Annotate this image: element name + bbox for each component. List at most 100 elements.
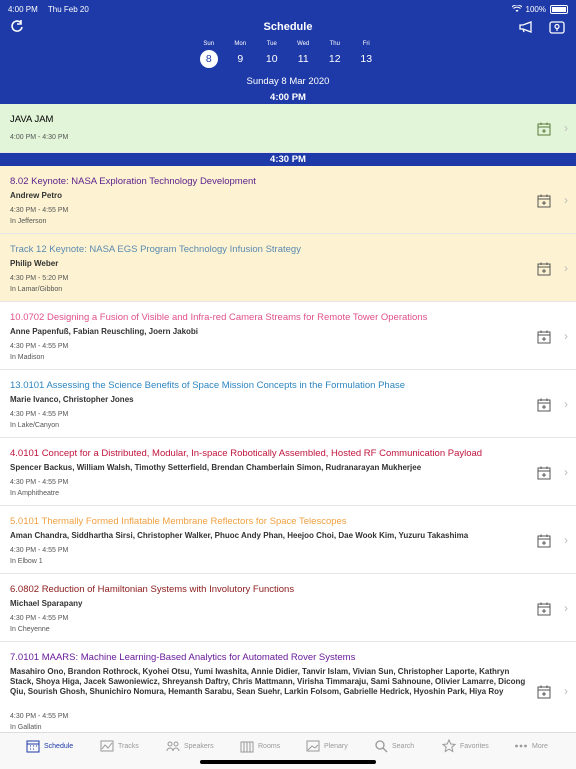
day-name: Tue: [266, 41, 277, 47]
plenary-icon: [306, 740, 320, 752]
day-number: 8: [199, 50, 218, 68]
event-location: In Lamar/Gibbon: [10, 286, 63, 293]
star-icon: [442, 739, 456, 753]
event-title: 5.0101 Thermally Formed Inflatable Membr…: [10, 516, 347, 527]
wifi-icon: [511, 5, 522, 12]
event-authors: Anne Papenfuß, Fabian Reuschling, Joern …: [10, 327, 199, 336]
tab-label: Favorites: [460, 742, 489, 750]
page-title: Schedule: [263, 21, 313, 33]
chevron-right-icon: ›: [564, 465, 568, 479]
add-to-calendar-icon[interactable]: [537, 534, 551, 548]
day-name: Fri: [362, 41, 370, 47]
event-authors: Spencer Backus, William Walsh, Timothy S…: [10, 463, 422, 472]
chevron-right-icon: ›: [564, 193, 568, 207]
schedule-icon: [26, 740, 40, 753]
add-to-calendar-icon[interactable]: [537, 194, 551, 208]
status-date: Thu Feb 20: [47, 4, 89, 14]
event-row[interactable]: 7.0101 MAARS: Machine Learning-Based Ana…: [0, 642, 576, 732]
add-to-calendar-icon[interactable]: [537, 122, 551, 136]
event-row[interactable]: Track 12 Keynote: NASA EGS Program Techn…: [0, 234, 576, 302]
add-to-calendar-icon[interactable]: [537, 262, 551, 276]
tab-more[interactable]: More: [514, 739, 548, 753]
event-title: 13.0101 Assessing the Science Benefits o…: [10, 380, 406, 391]
day-wed[interactable]: Wed 11: [288, 41, 320, 68]
event-row[interactable]: 4.0101 Concept for a Distributed, Modula…: [0, 438, 576, 506]
search-icon: [375, 740, 388, 753]
event-time: 4:00 PM - 4:30 PM: [10, 134, 69, 141]
day-number: 12: [328, 53, 341, 65]
add-to-calendar-icon[interactable]: [537, 602, 551, 616]
tab-search[interactable]: Search: [374, 739, 414, 753]
tab-tracks[interactable]: Tracks: [100, 739, 139, 753]
selected-date: Sunday 8 Mar 2020: [246, 76, 330, 87]
day-number: 10: [265, 53, 278, 65]
event-time: 4:30 PM - 4:55 PM: [10, 713, 69, 720]
chevron-right-icon: ›: [564, 261, 568, 275]
event-location: In Elbow 1: [10, 558, 43, 565]
tab-schedule[interactable]: Schedule: [26, 739, 73, 753]
event-authors: Michael Sparapany: [10, 599, 83, 608]
event-title: 4.0101 Concept for a Distributed, Modula…: [10, 448, 483, 459]
event-authors: Andrew Petro: [10, 191, 63, 200]
event-row[interactable]: 8.02 Keynote: NASA Exploration Technolog…: [0, 166, 576, 234]
more-icon: [515, 744, 527, 748]
tracks-icon: [100, 740, 114, 752]
event-location: In Jefferson: [10, 218, 47, 225]
add-to-calendar-icon[interactable]: [537, 466, 551, 480]
battery-percent: 100%: [525, 4, 546, 14]
event-location: In Gallatin: [10, 724, 42, 731]
day-number: 9: [237, 53, 244, 65]
event-row[interactable]: 13.0101 Assessing the Science Benefits o…: [0, 370, 576, 438]
tab-label: Speakers: [184, 742, 214, 750]
tab-label: Plenary: [324, 742, 348, 750]
tab-favorites[interactable]: Favorites: [442, 739, 489, 753]
event-location: In Amphitheatre: [10, 490, 60, 497]
event-row[interactable]: 10.0702 Designing a Fusion of Visible an…: [0, 302, 576, 370]
day-mon[interactable]: Mon 9: [225, 41, 257, 68]
event-time: 4:30 PM - 4:55 PM: [10, 615, 69, 622]
event-row[interactable]: JAVA JAM 4:00 PM - 4:30 PM ›: [0, 104, 576, 153]
announcement-icon[interactable]: [518, 20, 534, 34]
event-authors: Philip Weber: [10, 259, 59, 268]
tab-rooms[interactable]: Rooms: [240, 739, 280, 753]
tab-label: Schedule: [44, 742, 74, 750]
tab-speakers[interactable]: Speakers: [166, 739, 214, 753]
add-to-calendar-icon[interactable]: [537, 398, 551, 412]
time-header: 4:30 PM: [0, 153, 576, 166]
time-header: 4:00 PM: [0, 91, 576, 104]
add-to-calendar-icon[interactable]: [537, 685, 551, 699]
event-title: 6.0802 Reduction of Hamiltonian Systems …: [10, 584, 295, 595]
tab-label: Rooms: [258, 742, 281, 750]
day-number: 11: [297, 53, 309, 65]
day-fri[interactable]: Fri 13: [351, 41, 383, 68]
event-authors: Marie Ivanco, Christopher Jones: [10, 395, 134, 404]
event-location: In Cheyenne: [10, 626, 50, 633]
header: 4:00 PM Thu Feb 20 100% Schedule Sun 8 Mo…: [0, 0, 576, 104]
event-time: 4:30 PM - 5:20 PM: [10, 275, 69, 282]
event-time: 4:30 PM - 4:55 PM: [10, 479, 69, 486]
day-name: Sun: [203, 41, 215, 47]
chevron-right-icon: ›: [564, 329, 568, 343]
chevron-right-icon: ›: [564, 533, 568, 547]
event-time: 4:30 PM - 4:55 PM: [10, 547, 69, 554]
event-title: 7.0101 MAARS: Machine Learning-Based Ana…: [10, 652, 356, 663]
event-row[interactable]: 6.0802 Reduction of Hamiltonian Systems …: [0, 574, 576, 642]
day-sun[interactable]: Sun 8: [193, 41, 225, 68]
day-tue[interactable]: Tue 10: [256, 41, 288, 68]
tab-label: Tracks: [118, 742, 139, 750]
event-authors: Masahiro Ono, Brandon Rothrock, Kyohei O…: [10, 667, 526, 696]
map-icon[interactable]: [549, 20, 565, 34]
event-row[interactable]: 5.0101 Thermally Formed Inflatable Membr…: [0, 506, 576, 574]
chevron-right-icon: ›: [564, 121, 568, 135]
add-to-calendar-icon[interactable]: [537, 330, 551, 344]
status-time: 4:00 PM: [8, 4, 38, 14]
event-title: Track 12 Keynote: NASA EGS Program Techn…: [10, 244, 301, 255]
day-thu[interactable]: Thu 12: [319, 41, 351, 68]
tab-plenary[interactable]: Plenary: [306, 739, 348, 753]
home-indicator: [200, 760, 376, 764]
event-time: 4:30 PM - 4:55 PM: [10, 411, 69, 418]
chevron-right-icon: ›: [564, 397, 568, 411]
tab-label: Search: [392, 742, 415, 750]
chevron-right-icon: ›: [564, 601, 568, 615]
event-location: In Lake/Canyon: [10, 422, 60, 429]
